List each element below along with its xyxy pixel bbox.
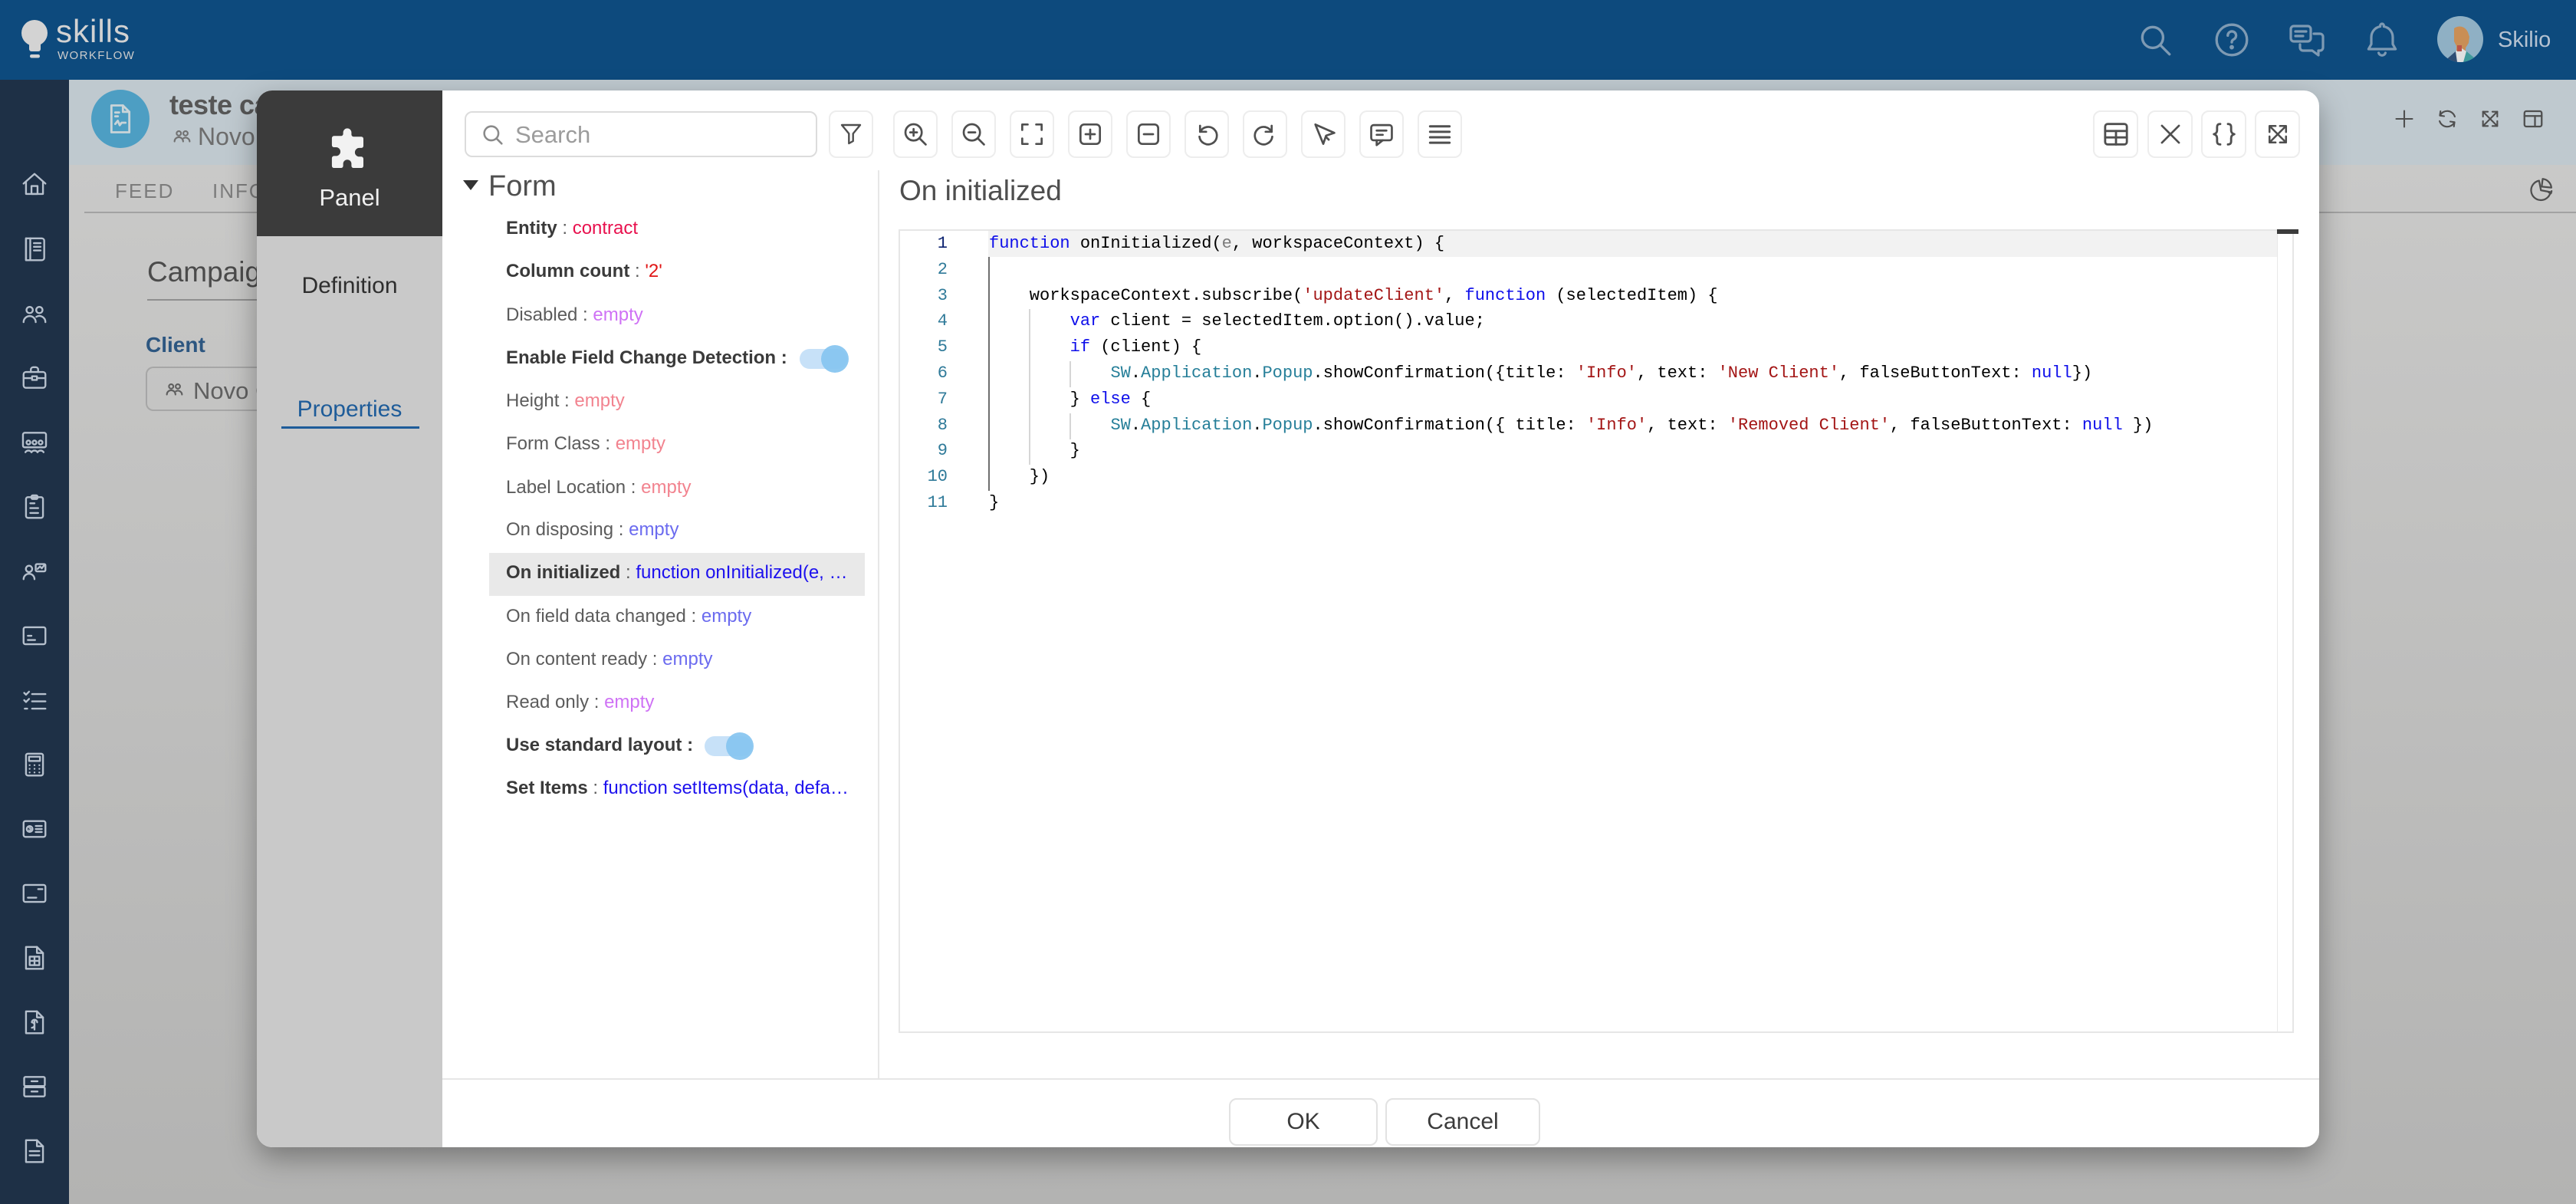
- svg-text:$: $: [28, 826, 32, 833]
